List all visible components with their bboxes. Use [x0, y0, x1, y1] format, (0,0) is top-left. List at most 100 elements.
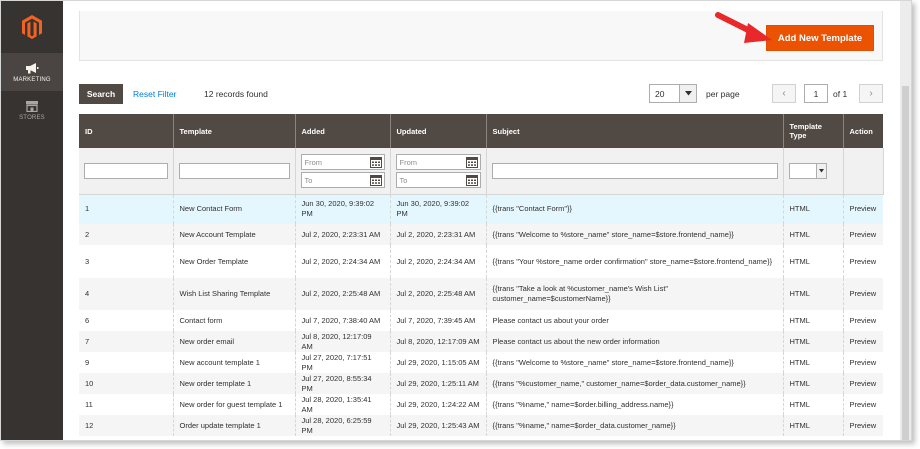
add-new-template-button[interactable]: Add New Template	[766, 25, 874, 51]
table-row[interactable]: 1 New Contact Form Jun 30, 2020, 9:39:02 P…	[79, 194, 883, 224]
updated-from-input[interactable]: From	[395, 153, 481, 170]
cell-added: Jul 2, 2020, 2:25:48 AM	[295, 278, 391, 310]
template-filter-input[interactable]	[178, 162, 290, 179]
sidebar-item-label: STORES	[19, 114, 45, 121]
cell-template: Contact form	[173, 310, 296, 331]
preview-link[interactable]: Preview	[843, 278, 883, 310]
cell-template: New order email	[173, 331, 296, 352]
column-header-action: Action	[843, 114, 883, 148]
store-icon	[26, 100, 38, 112]
preview-link[interactable]: Preview	[843, 331, 883, 352]
records-count: 12 records found	[204, 89, 268, 99]
cell-subject: Please contact us about the new order in…	[486, 331, 784, 352]
table-header-row: ID Template Added Updated Subject Templa…	[79, 114, 883, 148]
filter-cell-updated: From To	[390, 148, 487, 195]
preview-link[interactable]: Preview	[843, 352, 883, 373]
cell-updated: Jul 2, 2020, 2:25:48 AM	[390, 278, 487, 310]
cell-updated: Jul 29, 2020, 1:25:43 AM	[390, 415, 487, 436]
subject-filter-input[interactable]	[491, 162, 778, 179]
cell-subject: {{trans "%customer_name," customer_name=…	[486, 373, 784, 394]
cell-template: New order for guest template 1	[173, 394, 296, 415]
page-total: of 1	[833, 89, 848, 99]
table-row[interactable]: 2 New Account Template Jul 2, 2020, 2:23:3…	[79, 224, 883, 245]
calendar-icon[interactable]	[369, 174, 382, 186]
column-header-template[interactable]: Template	[173, 114, 296, 148]
cell-subject: Please contact us about your order	[486, 310, 784, 331]
cell-added: Jul 27, 2020, 7:17:51 PM	[295, 352, 391, 373]
table-row[interactable]: 12 Order update template 1 Jul 28, 2020, 6…	[79, 415, 883, 436]
red-arrow-icon	[715, 12, 772, 43]
table-row[interactable]: 10 New order template 1 Jul 27, 2020, 8:55…	[79, 373, 883, 394]
cell-id: 11	[79, 394, 174, 415]
sidebar-item-stores[interactable]: STORES	[1, 91, 63, 129]
updated-to-input[interactable]: To	[395, 171, 481, 188]
cell-template: Order update template 1	[173, 415, 296, 436]
cell-template: Wish List Sharing Template	[173, 278, 296, 310]
filter-row: From To From To	[79, 148, 884, 195]
per-page-label: per page	[706, 89, 740, 99]
chevron-left-icon: ‹	[782, 88, 786, 99]
table-row[interactable]: 11 New order for guest template 1 Jul 28, …	[79, 394, 883, 415]
cell-id: 6	[79, 310, 174, 331]
magento-logo[interactable]	[1, 1, 63, 53]
preview-link[interactable]: Preview	[843, 224, 883, 245]
preview-link[interactable]: Preview	[843, 394, 883, 415]
column-header-template-type[interactable]: Template Type	[783, 114, 844, 148]
chevron-right-icon: ›	[869, 88, 873, 99]
id-filter-input[interactable]	[84, 162, 168, 179]
column-header-id[interactable]: ID	[79, 114, 174, 148]
cell-added: Jul 2, 2020, 2:23:31 AM	[295, 224, 391, 245]
cell-added: Jul 7, 2020, 7:38:40 AM	[295, 310, 391, 331]
preview-link[interactable]: Preview	[843, 194, 883, 224]
table-row[interactable]: 3 New Order Template Jul 2, 2020, 2:24:34 …	[79, 245, 883, 278]
calendar-icon[interactable]	[465, 156, 478, 168]
added-to-placeholder: To	[304, 175, 313, 185]
table-row[interactable]: 4 Wish List Sharing Template Jul 2, 2020, …	[79, 278, 883, 310]
column-header-added[interactable]: Added	[295, 114, 391, 148]
admin-window: MARKETING STORES Add New Template Search…	[0, 0, 912, 441]
cell-id: 4	[79, 278, 174, 310]
filter-cell-subject	[486, 148, 784, 195]
filter-cell-id	[79, 148, 174, 195]
column-header-updated[interactable]: Updated	[390, 114, 487, 148]
preview-link[interactable]: Preview	[843, 373, 883, 394]
cell-type: HTML	[783, 415, 844, 436]
column-header-subject[interactable]: Subject	[486, 114, 784, 148]
previous-page-button[interactable]: ‹	[772, 84, 796, 103]
table-row[interactable]: 6 Contact form Jul 7, 2020, 7:38:40 AM Jul …	[79, 310, 883, 331]
cell-updated: Jul 7, 2020, 7:39:45 AM	[390, 310, 487, 331]
filter-cell-template-type	[783, 148, 844, 195]
added-to-input[interactable]: To	[300, 171, 385, 188]
cell-template: New order template 1	[173, 373, 296, 394]
cell-updated: Jul 2, 2020, 2:24:34 AM	[390, 245, 487, 278]
filter-cell-action	[843, 148, 884, 195]
scrollbar-track[interactable]	[900, 1, 911, 440]
preview-link[interactable]: Preview	[843, 310, 883, 331]
cell-added: Jul 8, 2020, 12:17:09 AM	[295, 331, 391, 352]
sidebar-item-marketing[interactable]: MARKETING	[1, 53, 63, 91]
cell-updated: Jul 2, 2020, 2:23:31 AM	[390, 224, 487, 245]
calendar-icon[interactable]	[465, 174, 478, 186]
template-type-filter-select[interactable]	[788, 162, 827, 179]
added-from-input[interactable]: From	[300, 153, 385, 170]
cell-id: 3	[79, 245, 174, 278]
cell-id: 7	[79, 331, 174, 352]
cell-subject: {{trans "Contact Form"}}	[486, 194, 784, 224]
cell-subject: {{trans "Welcome to %store_name" store_n…	[486, 352, 784, 373]
preview-link[interactable]: Preview	[843, 245, 883, 278]
cell-type: HTML	[783, 310, 844, 331]
scrollbar-thumb[interactable]	[902, 86, 909, 440]
search-button[interactable]: Search	[79, 84, 123, 104]
sidebar-item-label: MARKETING	[13, 76, 51, 83]
next-page-button[interactable]: ›	[859, 84, 883, 103]
calendar-icon[interactable]	[369, 156, 382, 168]
cell-type: HTML	[783, 224, 844, 245]
preview-link[interactable]: Preview	[843, 415, 883, 436]
table-row[interactable]: 7 New order email Jul 8, 2020, 12:17:09 AM…	[79, 331, 883, 352]
cell-added: Jul 28, 2020, 6:25:59 PM	[295, 415, 391, 436]
reset-filter-link[interactable]: Reset Filter	[133, 89, 176, 99]
table-row[interactable]: 9 New account template 1 Jul 27, 2020, 7:1…	[79, 352, 883, 373]
cell-subject: {{trans "Take a look at %customer_name's…	[486, 278, 784, 310]
page-number-input[interactable]: 1	[804, 84, 828, 103]
per-page-select[interactable]: 20	[649, 84, 697, 103]
